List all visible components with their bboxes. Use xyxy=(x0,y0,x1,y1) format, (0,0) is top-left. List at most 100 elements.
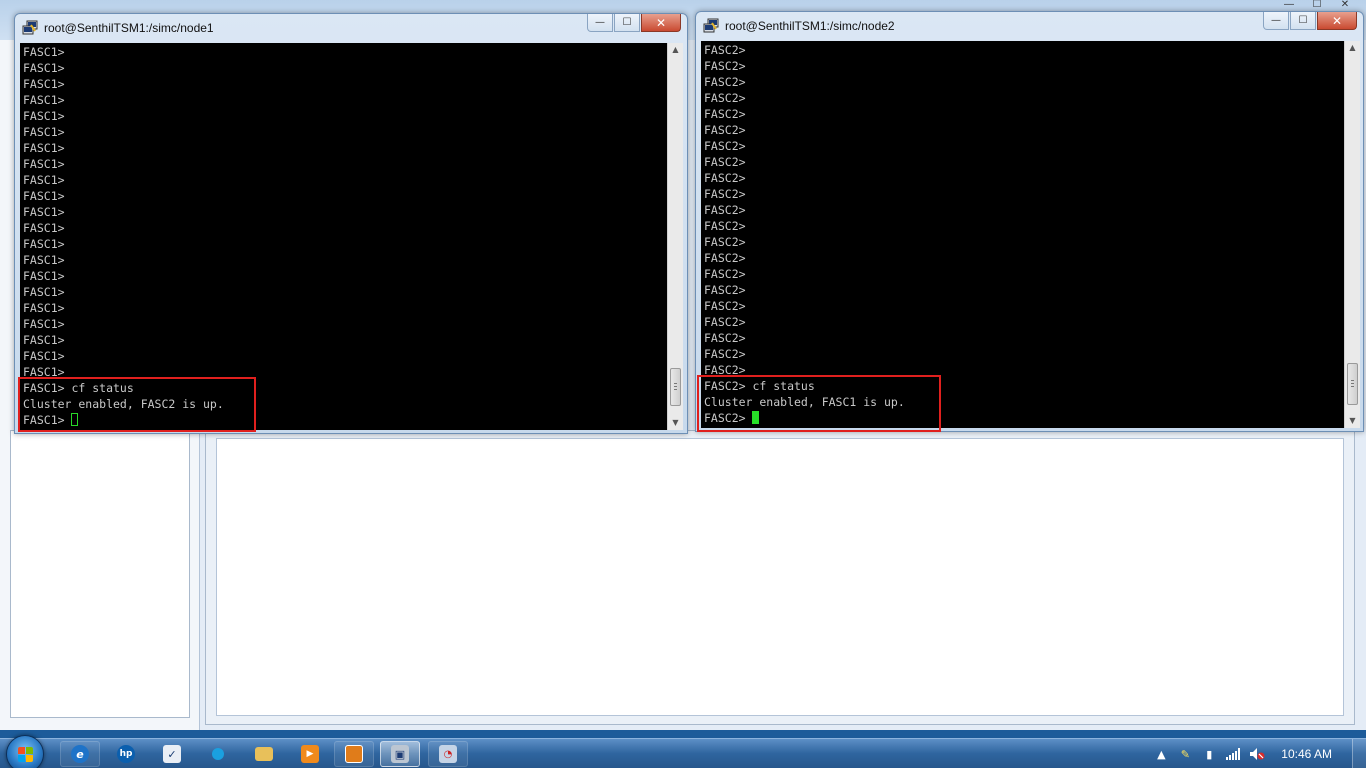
terminal-line: FASC2> xyxy=(704,91,746,105)
minimize-button[interactable]: — xyxy=(587,14,613,32)
terminal-line: FASC1> xyxy=(23,157,65,171)
terminal-line: FASC1> xyxy=(23,285,65,299)
vertical-scrollbar[interactable]: ▲ ▼ xyxy=(1344,41,1360,428)
taskbar-ie-button[interactable]: e xyxy=(60,741,100,767)
terminal-line: FASC2> xyxy=(704,267,746,281)
terminal-line: FASC1> xyxy=(23,61,65,75)
current-prompt[interactable]: FASC1> xyxy=(23,412,667,428)
command-line: FASC2> cf status xyxy=(704,379,815,393)
terminal-line: FASC1> xyxy=(23,301,65,315)
ie-icon: e xyxy=(71,745,89,763)
taskbar-explorer-button[interactable] xyxy=(244,741,284,767)
taskbar: e hp ✓ ▶ ▣ ◔ ▲ ✎ ▮ 10:46 AM xyxy=(0,735,1366,768)
taskbar-hp-button[interactable]: hp xyxy=(106,741,146,767)
current-prompt[interactable]: FASC2> xyxy=(704,410,1344,426)
scroll-down-arrow-icon[interactable]: ▼ xyxy=(1345,414,1360,428)
close-icon: ✕ xyxy=(1331,13,1343,28)
terminal-line: FASC2> xyxy=(704,155,746,169)
volume-muted-icon[interactable] xyxy=(1248,745,1266,763)
terminal-line: FASC1> xyxy=(23,93,65,107)
terminal-line: FASC2> xyxy=(704,43,746,57)
close-icon: ✕ xyxy=(655,15,667,30)
terminal-line: FASC1> xyxy=(23,269,65,283)
scroll-down-arrow-icon[interactable]: ▼ xyxy=(668,416,683,430)
scroll-up-arrow-icon[interactable]: ▲ xyxy=(668,43,683,57)
close-button[interactable]: ✕ xyxy=(641,14,681,32)
terminal-line: FASC2> xyxy=(704,251,746,265)
app-icon xyxy=(345,745,363,763)
prompt-text: FASC2> xyxy=(704,411,753,425)
terminal-line: FASC2> xyxy=(704,75,746,89)
minimize-icon: — xyxy=(1271,15,1281,26)
minimize-button[interactable]: — xyxy=(1263,12,1289,30)
background-minimize-button[interactable]: — xyxy=(1276,0,1302,10)
media-center-icon xyxy=(212,748,224,760)
terminal-line: FASC2> xyxy=(704,107,746,121)
scroll-thumb[interactable] xyxy=(1347,363,1358,405)
terminal-line: FASC2> xyxy=(704,283,746,297)
command-line: FASC1> cf status xyxy=(23,381,134,395)
terminal-line: FASC2> xyxy=(704,315,746,329)
terminal-line: FASC2> xyxy=(704,299,746,313)
background-maximize-button[interactable]: ☐ xyxy=(1304,0,1330,10)
show-hidden-icons-icon[interactable]: ▲ xyxy=(1152,745,1170,763)
putty-window-node2[interactable]: root@SenthilTSM1:/simc/node2 — ☐ ✕ FASC2… xyxy=(695,11,1364,432)
terminal-line: FASC1> xyxy=(23,365,65,379)
terminal-line: FASC1> xyxy=(23,317,65,331)
terminal-line: FASC1> xyxy=(23,109,65,123)
close-button[interactable]: ✕ xyxy=(1317,12,1357,30)
background-close-button[interactable]: ✕ xyxy=(1332,0,1358,10)
terminal-line: FASC1> xyxy=(23,205,65,219)
taskbar-app-button[interactable] xyxy=(334,741,374,767)
show-desktop-button[interactable] xyxy=(1352,739,1366,768)
terminal-history: FASC2> FASC2> FASC2> FASC2> FASC2> FASC2> FASC… xyxy=(704,42,1344,378)
putty-icon: ▣ xyxy=(391,745,409,763)
maximize-button[interactable]: ☐ xyxy=(614,14,640,32)
terminal-line: FASC1> xyxy=(23,333,65,347)
background-content-area xyxy=(216,438,1344,716)
terminal-line: FASC1> xyxy=(23,189,65,203)
window-controls: — ☐ ✕ xyxy=(1263,12,1357,30)
command-output: Cluster enabled, FASC2 is up. xyxy=(23,397,224,411)
cursor xyxy=(752,411,760,424)
terminal-area[interactable]: FASC2> FASC2> FASC2> FASC2> FASC2> FASC2> FASC… xyxy=(701,41,1344,428)
maximize-button[interactable]: ☐ xyxy=(1290,12,1316,30)
terminal-line: FASC1> xyxy=(23,221,65,235)
start-button[interactable] xyxy=(6,735,44,768)
terminal-line: FASC1> xyxy=(23,125,65,139)
terminal-line: FASC1> xyxy=(23,45,65,59)
minimize-icon: — xyxy=(595,17,605,28)
scroll-thumb[interactable] xyxy=(670,368,681,406)
taskbar-remote-button[interactable]: ◔ xyxy=(428,741,468,767)
terminal-line: FASC1> xyxy=(23,237,65,251)
scroll-up-arrow-icon[interactable]: ▲ xyxy=(1345,41,1360,55)
window-titlebar[interactable]: root@SenthilTSM1:/simc/node2 — ☐ ✕ xyxy=(696,12,1363,40)
putty-window-node1[interactable]: root@SenthilTSM1:/simc/node1 — ☐ ✕ FASC1… xyxy=(14,13,688,434)
terminal-area[interactable]: FASC1> FASC1> FASC1> FASC1> FASC1> FASC1> FASC… xyxy=(20,43,667,430)
remote-icon: ◔ xyxy=(439,745,457,763)
taskbar-media-player-button[interactable]: ▶ xyxy=(290,741,330,767)
signal-icon[interactable] xyxy=(1224,745,1242,763)
tasks-icon: ✓ xyxy=(163,745,181,763)
terminal-line: FASC2> xyxy=(704,139,746,153)
terminal-line: FASC2> xyxy=(704,203,746,217)
media-player-icon: ▶ xyxy=(301,745,319,763)
window-title: root@SenthilTSM1:/simc/node1 xyxy=(44,21,214,35)
vertical-scrollbar[interactable]: ▲ ▼ xyxy=(667,43,683,430)
taskbar-putty-button[interactable]: ▣ xyxy=(380,741,420,767)
terminal-line: FASC1> xyxy=(23,141,65,155)
taskbar-tasks-button[interactable]: ✓ xyxy=(152,741,192,767)
terminal-line: FASC2> xyxy=(704,59,746,73)
terminal-history: FASC1> FASC1> FASC1> FASC1> FASC1> FASC1> FASC… xyxy=(23,44,667,380)
clock[interactable]: 10:46 AM xyxy=(1281,747,1332,761)
window-title: root@SenthilTSM1:/simc/node2 xyxy=(725,19,895,33)
battery-icon[interactable]: ▮ xyxy=(1200,745,1218,763)
terminal-line: FASC2> xyxy=(704,187,746,201)
window-titlebar[interactable]: root@SenthilTSM1:/simc/node1 — ☐ ✕ xyxy=(15,14,687,42)
terminal-line: FASC2> xyxy=(704,171,746,185)
taskbar-media-center-button[interactable] xyxy=(198,741,238,767)
terminal-line: FASC2> xyxy=(704,331,746,345)
terminal-line: FASC2> xyxy=(704,347,746,361)
network-pen-icon[interactable]: ✎ xyxy=(1176,745,1194,763)
system-tray: ▲ ✎ ▮ 10:46 AM xyxy=(1149,739,1366,768)
